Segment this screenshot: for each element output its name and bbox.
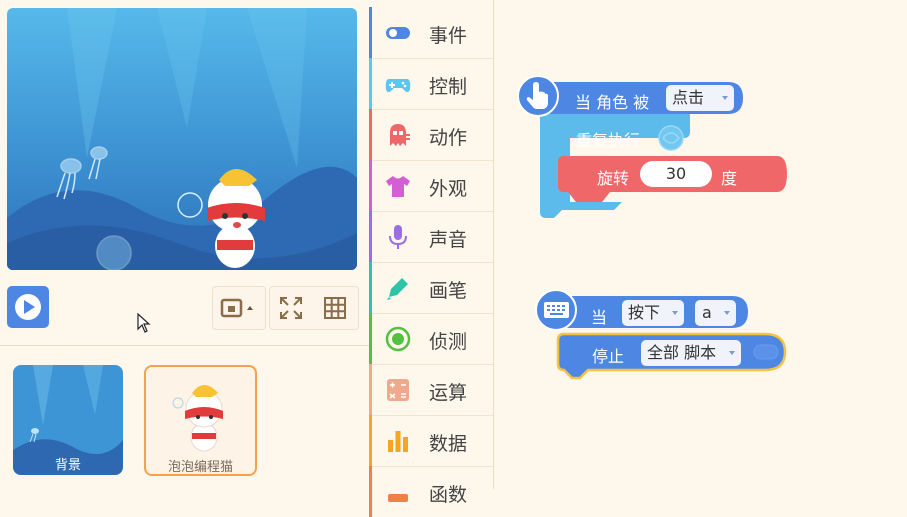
chevron-down-icon [724,311,730,315]
target-icon [385,326,411,352]
toggle-icon [753,344,779,360]
run-button[interactable] [7,286,49,328]
stop-target-dropdown[interactable]: 全部 脚本 [641,340,741,366]
category-motion[interactable]: 动作 [369,109,493,161]
category-label: 声音 [429,229,468,251]
repeat-block-label: 重复执行 [576,131,641,150]
chevron-down-icon [729,351,735,355]
sprite-thumbnail-background[interactable]: 背景 [13,365,123,475]
category-sensing[interactable]: 侦测 [369,313,493,365]
pen-icon [387,278,408,300]
category-control[interactable]: 控制 [369,58,493,110]
rotate-unit-label: 度 [721,169,738,188]
sprite-name: 泡泡编程猫 [167,460,233,475]
stage-tools [269,286,359,330]
divider [0,345,369,346]
calculator-icon [387,379,409,401]
category-pen[interactable]: 画笔 [369,262,493,314]
category-events[interactable]: 事件 [369,7,493,59]
chevron-down-icon [672,311,678,315]
stage-canvas[interactable] [7,8,357,270]
hat-block-label: 当 角色 被 [575,93,650,112]
small-stage-icon [220,298,253,318]
mouse-cursor-icon [137,313,151,333]
category-sound[interactable]: 声音 [369,211,493,263]
dropdown-value: 点击 [672,88,705,107]
play-icon [15,294,41,320]
category-label: 控制 [429,76,468,98]
key-hat-label: 当 [591,308,608,327]
block-category-list: 事件 控制 动作 外观 声音 画笔 侦测 运算 数据 函数 [369,0,494,517]
ghost-icon [390,124,410,146]
script-workspace[interactable]: 当 角色 被 点击 重复执行 旋转 30 度 当 按下 a 停止 全部 脚本 [494,0,907,489]
sprite-thumbnail-cat[interactable]: 泡泡编程猫 [144,365,257,476]
sprite-event-dropdown[interactable]: 点击 [666,85,734,111]
dropdown-value: 按下 [628,303,661,322]
key-dropdown[interactable]: a [695,300,736,326]
key-event-dropdown[interactable]: 按下 [622,300,684,326]
category-label: 运算 [429,382,468,404]
category-looks[interactable]: 外观 [369,160,493,212]
stop-block-label: 停止 [592,347,625,366]
script-blocks-1 [517,76,787,218]
shirt-icon [386,176,410,197]
chevron-down-icon [722,96,728,100]
stage-size-toggle[interactable] [212,286,266,330]
rotate-degrees-input[interactable]: 30 [640,161,712,187]
category-label: 侦测 [429,331,468,353]
category-label: 画笔 [429,280,468,302]
category-functions[interactable]: 函数 [369,466,493,517]
bar-chart-icon [388,431,408,452]
fullscreen-icon[interactable] [278,295,304,321]
dropdown-value: a [702,303,712,322]
category-label: 数据 [429,433,468,455]
stage-panel: 背景 泡泡编程猫 [0,0,369,489]
function-icon [388,494,408,502]
dropdown-value: 全部 脚本 [647,343,717,362]
category-data[interactable]: 数据 [369,415,493,467]
category-label: 函数 [429,484,468,506]
category-label: 事件 [429,25,468,47]
grid-icon[interactable] [322,295,348,321]
gamepad-icon [385,79,411,93]
microphone-icon [389,225,407,249]
sprite-name: 背景 [54,458,81,473]
rotate-block-label: 旋转 [597,169,630,188]
keyboard-icon [544,302,569,318]
category-label: 动作 [429,127,468,149]
category-label: 外观 [429,178,468,200]
category-operators[interactable]: 运算 [369,364,493,416]
toggle-icon [386,27,410,39]
